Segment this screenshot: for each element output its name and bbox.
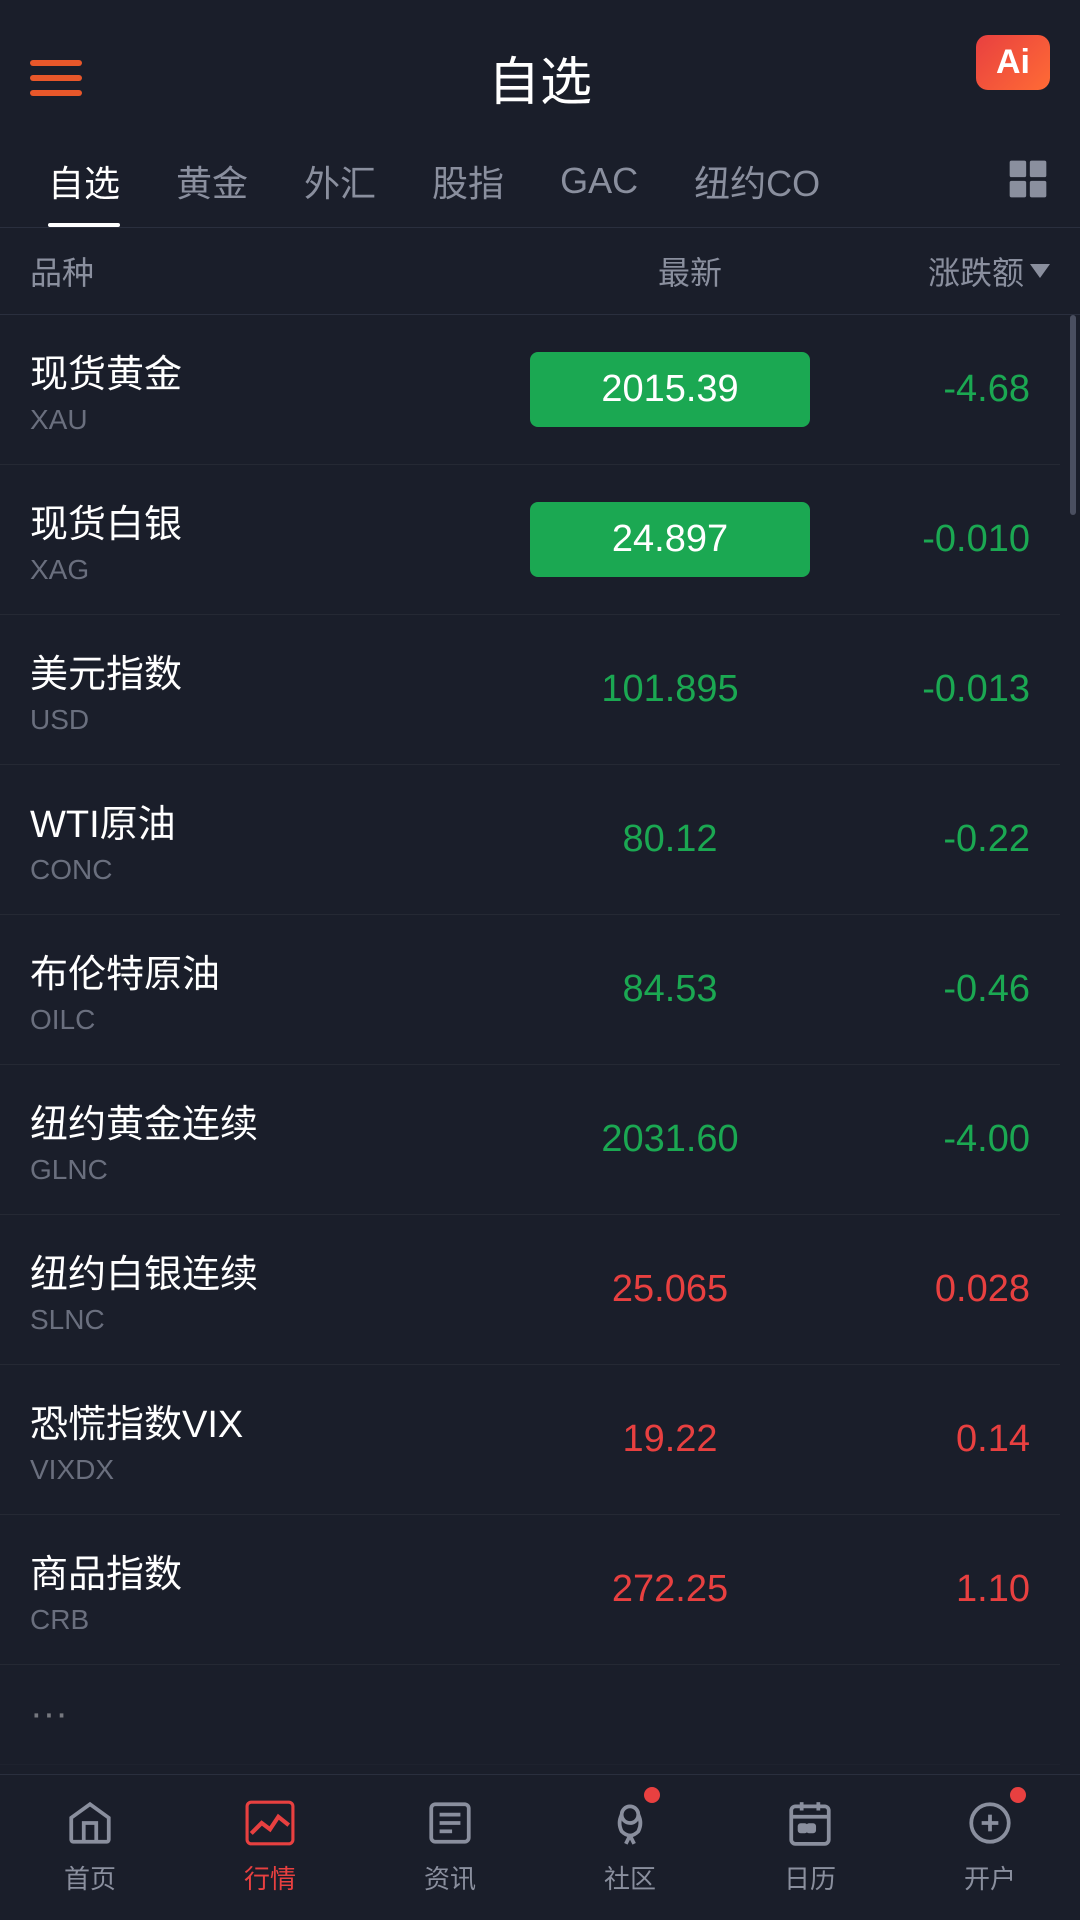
table-row[interactable]: 纽约白银连续 SLNC 25.065 0.028	[0, 1215, 1060, 1365]
table-row[interactable]: 美元指数 USD 101.895 -0.013	[0, 615, 1060, 765]
market-info: 现货白银 XAG	[30, 493, 530, 586]
market-name: 商品指数	[30, 1543, 530, 1598]
market-name: 恐慌指数VIX	[30, 1393, 530, 1448]
news-icon	[422, 1795, 478, 1851]
market-change: -0.46	[810, 968, 1030, 1011]
bottom-nav: 首页 行情 资讯	[0, 1774, 1080, 1920]
nav-item-calendar[interactable]: 日历	[720, 1775, 900, 1920]
table-row[interactable]: 恐慌指数VIX VIXDX 19.22 0.14	[0, 1365, 1060, 1515]
market-name: 布伦特原油	[30, 943, 530, 998]
nav-item-news[interactable]: 资讯	[360, 1775, 540, 1920]
market-change: -4.00	[810, 1118, 1030, 1161]
market-price: 2031.60	[530, 1118, 810, 1161]
market-change: -0.013	[810, 668, 1030, 711]
market-change: -0.22	[810, 818, 1030, 861]
nav-item-home[interactable]: 首页	[0, 1775, 180, 1920]
sort-arrow-icon	[1030, 264, 1050, 278]
market-price: 272.25	[530, 1568, 810, 1611]
ai-badge[interactable]: Ai	[976, 35, 1050, 90]
header: 自选 Ai	[0, 0, 1080, 135]
market-change: -0.010	[810, 518, 1030, 561]
column-headers: 品种 最新 涨跌额	[0, 228, 1080, 315]
nav-label-community: 社区	[604, 1859, 656, 1896]
tab-zixuan[interactable]: 自选	[20, 135, 148, 227]
market-name: 现货黄金	[30, 343, 530, 398]
market-code: VIXDX	[30, 1454, 530, 1486]
menu-button[interactable]	[30, 60, 82, 96]
market-name: 纽约白银连续	[30, 1243, 530, 1298]
market-code: USD	[30, 704, 530, 736]
market-info: 纽约黄金连续 GLNC	[30, 1093, 530, 1186]
col-latest-header: 最新	[550, 248, 830, 294]
market-code: GLNC	[30, 1154, 530, 1186]
tab-guzhi[interactable]: 股指	[404, 135, 532, 227]
market-change: -4.68	[810, 368, 1030, 411]
nav-item-open[interactable]: 开户	[900, 1775, 1080, 1920]
market-price: 84.53	[530, 968, 810, 1011]
community-badge	[644, 1787, 660, 1803]
market-name: WTI原油	[30, 793, 530, 848]
market-info: 美元指数 USD	[30, 643, 530, 736]
market-code: CRB	[30, 1604, 530, 1636]
market-price: 101.895	[530, 668, 810, 711]
market-price: 24.897	[530, 502, 810, 577]
tab-gac[interactable]: GAC	[532, 140, 666, 222]
market-price: 19.22	[530, 1418, 810, 1461]
table-row[interactable]: 现货黄金 XAU 2015.39 -4.68	[0, 315, 1060, 465]
market-change: 1.10	[810, 1568, 1030, 1611]
market-price: 2015.39	[530, 352, 810, 427]
scrollbar[interactable]	[1070, 315, 1076, 515]
tab-waihui[interactable]: 外汇	[276, 135, 404, 227]
col-change-header[interactable]: 涨跌额	[830, 248, 1050, 294]
nav-label-home: 首页	[64, 1859, 116, 1896]
table-row[interactable]: 纽约黄金连续 GLNC 2031.60 -4.00	[0, 1065, 1060, 1215]
table-row[interactable]: WTI原油 CONC 80.12 -0.22	[0, 765, 1060, 915]
market-info: 商品指数 CRB	[30, 1543, 530, 1636]
community-icon	[602, 1795, 658, 1851]
market-price: 80.12	[530, 818, 810, 861]
nav-label-open: 开户	[964, 1859, 1016, 1896]
market-name: 纽约黄金连续	[30, 1093, 530, 1148]
table-row[interactable]: 布伦特原油 OILC 84.53 -0.46	[0, 915, 1060, 1065]
home-icon	[62, 1795, 118, 1851]
open-icon	[962, 1795, 1018, 1851]
market-info: 纽约白银连续 SLNC	[30, 1243, 530, 1336]
nav-label-calendar: 日历	[784, 1859, 836, 1896]
nav-item-community[interactable]: 社区	[540, 1775, 720, 1920]
market-code: OILC	[30, 1004, 530, 1036]
nav-label-news: 资讯	[424, 1859, 476, 1896]
market-list: 现货黄金 XAU 2015.39 -4.68 现货白银 XAG 24.897 -…	[0, 315, 1080, 1765]
open-badge	[1010, 1787, 1026, 1803]
market-code: CONC	[30, 854, 530, 886]
col-name-header: 品种	[30, 248, 550, 294]
nav-item-market[interactable]: 行情	[180, 1775, 360, 1920]
market-info: WTI原油 CONC	[30, 793, 530, 886]
table-row[interactable]: 现货白银 XAG 24.897 -0.010	[0, 465, 1060, 615]
market-name: 美元指数	[30, 643, 530, 698]
market-info: 布伦特原油 OILC	[30, 943, 530, 1036]
market-icon	[242, 1795, 298, 1851]
market-name: 现货白银	[30, 493, 530, 548]
tab-niuyueco[interactable]: 纽约CO	[666, 135, 848, 227]
table-row[interactable]: 商品指数 CRB 272.25 1.10	[0, 1515, 1060, 1665]
market-change: 0.14	[810, 1418, 1030, 1461]
calendar-icon	[782, 1795, 838, 1851]
market-change: 0.028	[810, 1268, 1030, 1311]
partial-row: ···	[0, 1665, 1060, 1765]
market-price: 25.065	[530, 1268, 810, 1311]
tab-bar: 自选 黄金 外汇 股指 GAC 纽约CO	[0, 135, 1080, 228]
market-info: 现货黄金 XAU	[30, 343, 530, 436]
market-code: XAG	[30, 554, 530, 586]
grid-view-button[interactable]	[996, 137, 1060, 226]
page-title: 自选	[488, 40, 592, 115]
nav-label-market: 行情	[244, 1859, 296, 1896]
market-code: XAU	[30, 404, 530, 436]
market-info: 恐慌指数VIX VIXDX	[30, 1393, 530, 1486]
tab-huangjin[interactable]: 黄金	[148, 135, 276, 227]
market-code: SLNC	[30, 1304, 530, 1336]
